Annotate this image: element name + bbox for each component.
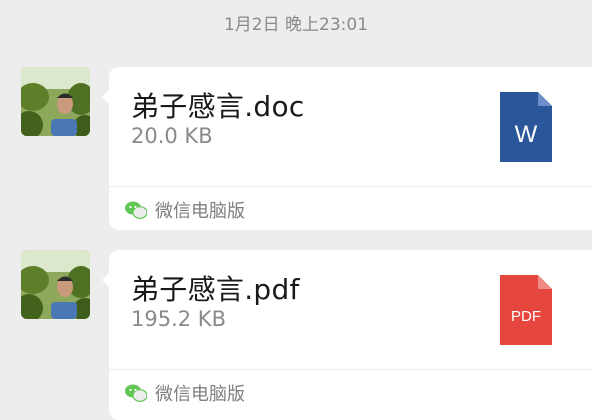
- file-name: 弟子感言.doc: [131, 90, 305, 123]
- pdf-document-icon: PDF: [500, 275, 552, 345]
- file-message-bubble[interactable]: 弟子感言.pdf 195.2 KB PDF 微信电脑版: [102, 250, 592, 420]
- svg-text:PDF: PDF: [511, 308, 541, 325]
- avatar[interactable]: [21, 250, 90, 319]
- source-row: 微信电脑版: [125, 379, 245, 407]
- wechat-icon: [125, 384, 147, 402]
- source-row: 微信电脑版: [125, 196, 245, 224]
- avatar[interactable]: [21, 67, 90, 136]
- avatar-photo-icon: [21, 67, 90, 136]
- file-name: 弟子感言.pdf: [131, 273, 300, 306]
- bubble-pointer: [102, 272, 110, 288]
- avatar-photo-icon: [21, 250, 90, 319]
- file-size: 20.0 KB: [131, 124, 213, 148]
- bubble-pointer: [102, 89, 110, 105]
- source-label: 微信电脑版: [155, 384, 245, 405]
- timestamp: 1月2日 晚上23:01: [223, 15, 369, 35]
- divider: [109, 186, 592, 187]
- svg-text:W: W: [515, 121, 538, 148]
- file-size: 195.2 KB: [131, 307, 226, 331]
- wechat-icon: [125, 201, 147, 219]
- word-document-icon: W: [500, 92, 552, 162]
- file-message-bubble[interactable]: 弟子感言.doc 20.0 KB W 微信电脑版: [102, 67, 592, 230]
- divider: [109, 369, 592, 370]
- source-label: 微信电脑版: [155, 201, 245, 222]
